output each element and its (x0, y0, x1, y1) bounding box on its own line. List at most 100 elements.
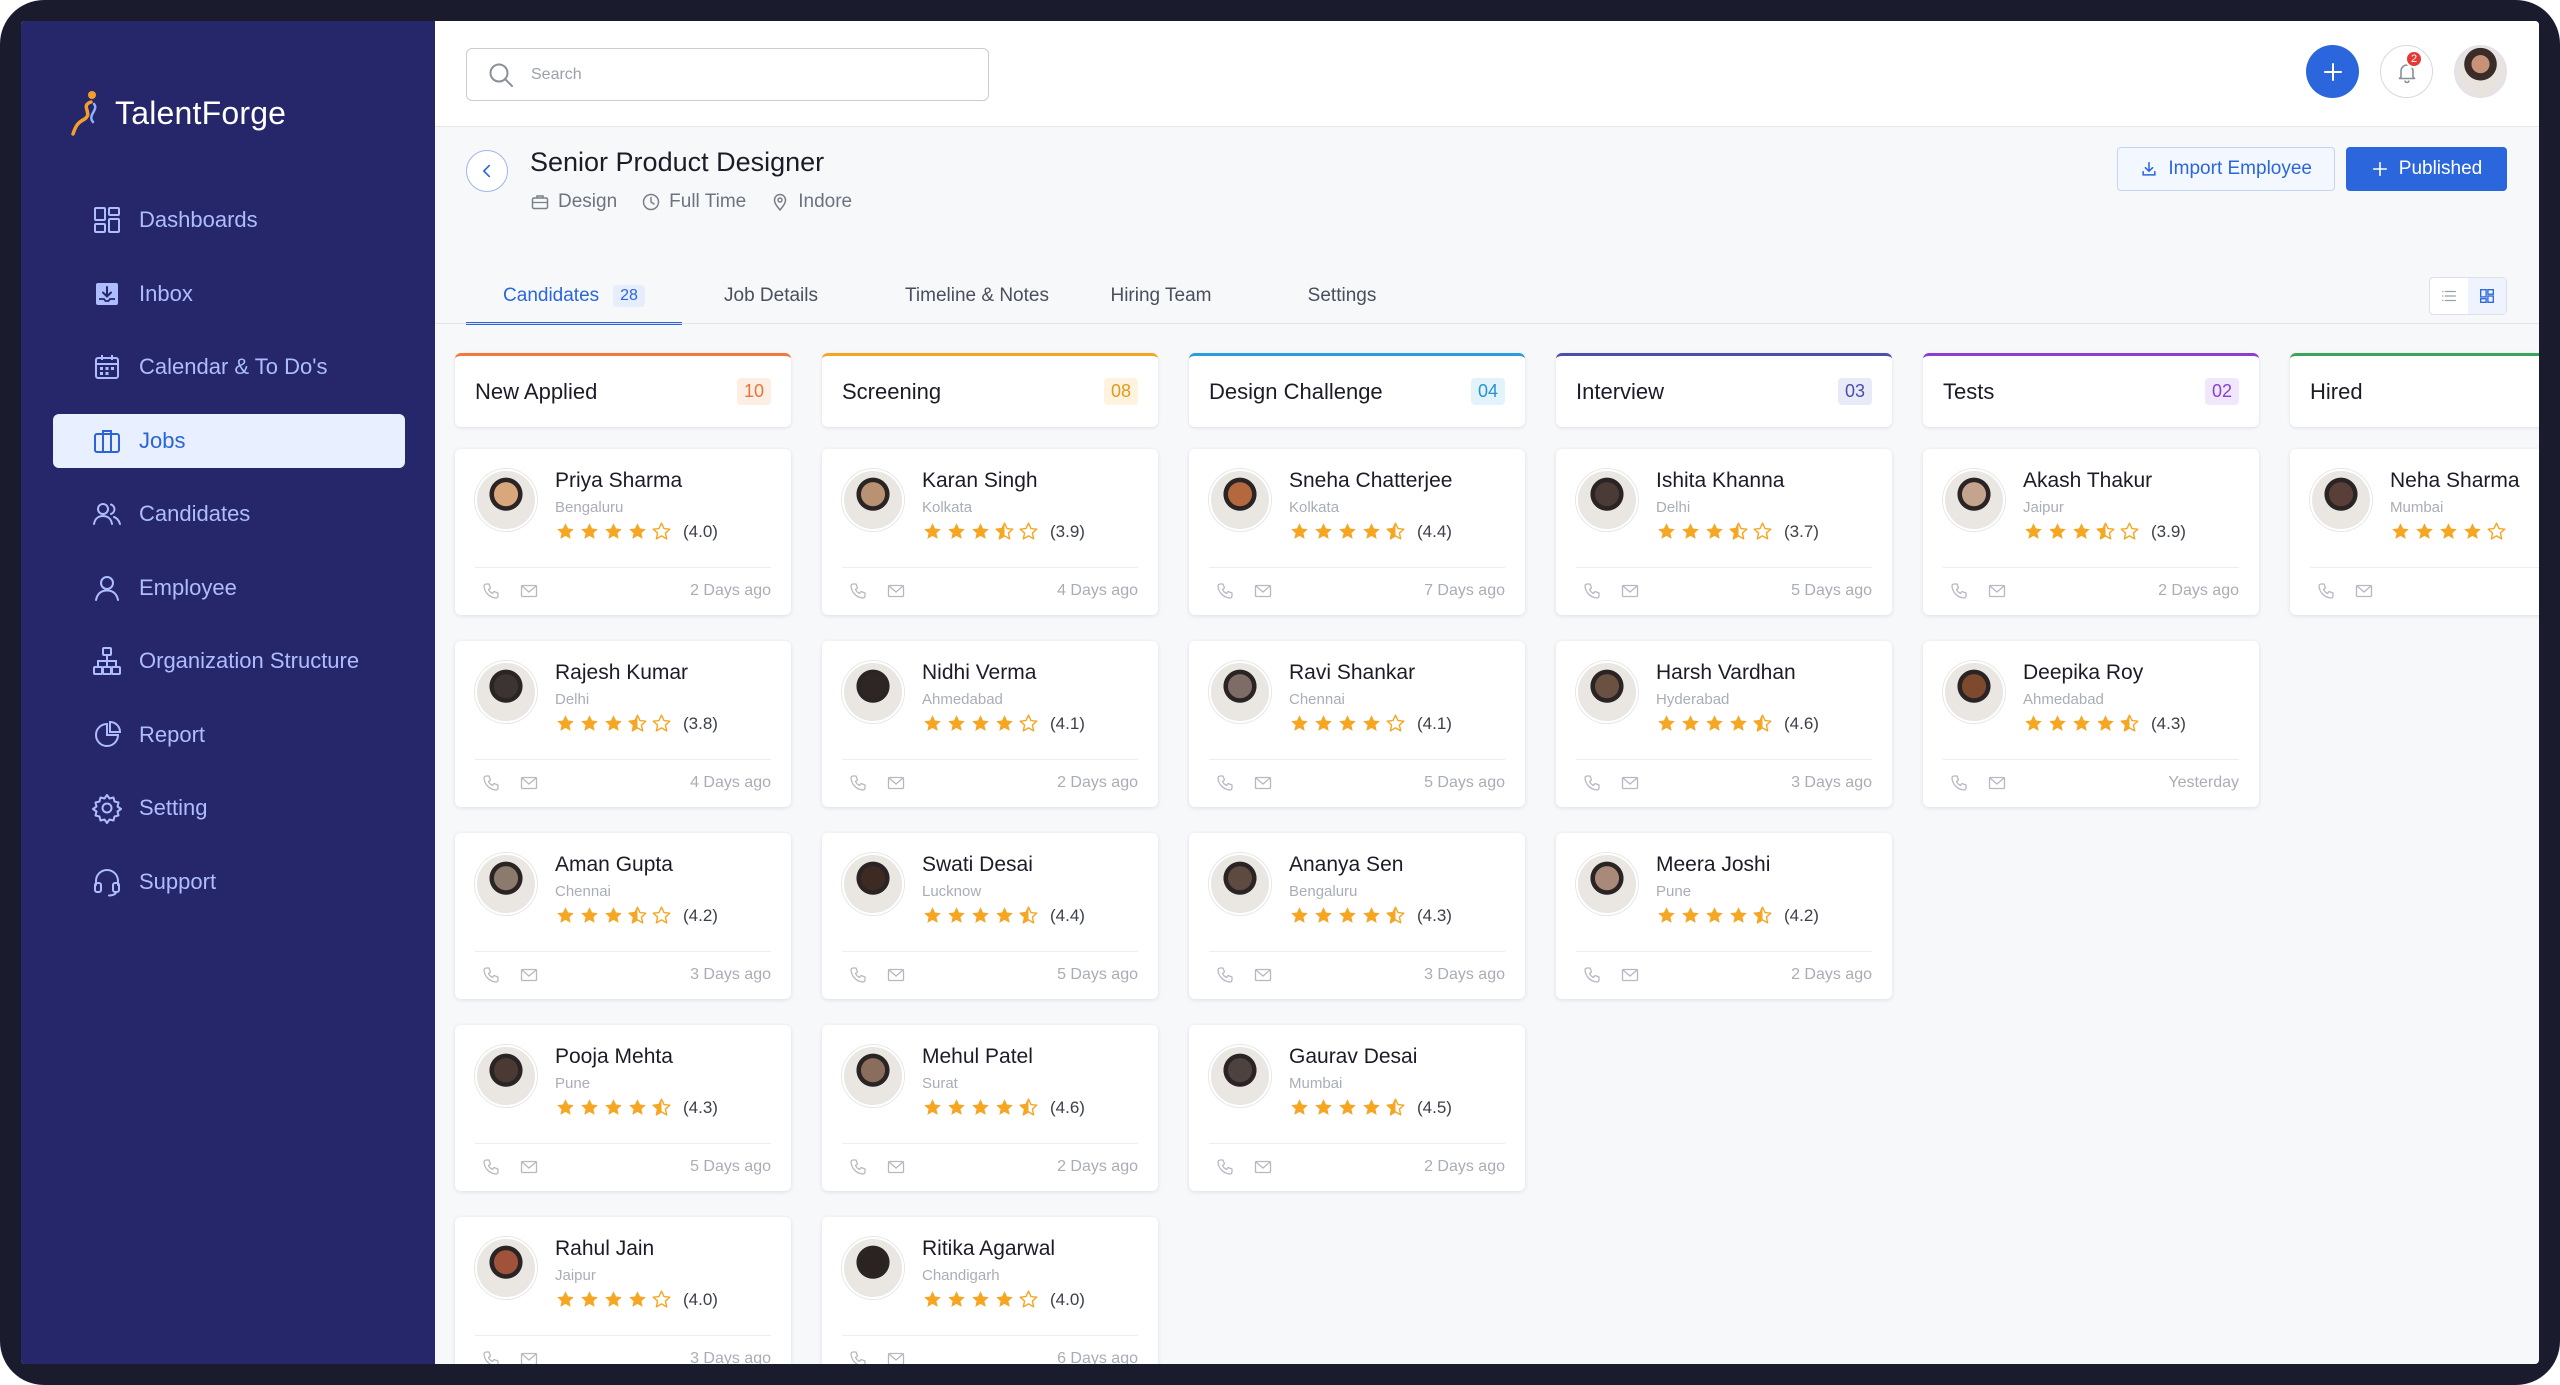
tab-hiring-team[interactable]: Hiring Team (1094, 269, 1228, 323)
sidebar-item-candidates[interactable]: Candidates (53, 487, 405, 541)
tab-job-details[interactable]: Job Details (682, 269, 860, 323)
sidebar-item-organization-structure[interactable]: Organization Structure (53, 634, 405, 688)
app-logo[interactable]: TalentForge (69, 83, 286, 143)
candidate-card[interactable]: Mehul Patel Surat (4.6) 2 Days ago (822, 1025, 1158, 1191)
candidate-card[interactable]: Rajesh Kumar Delhi (3.8) 4 Days ago (455, 641, 791, 807)
mail-icon[interactable] (1620, 965, 1640, 985)
user-avatar[interactable] (2454, 45, 2507, 98)
sidebar-item-jobs[interactable]: Jobs (53, 413, 405, 468)
mail-icon[interactable] (886, 773, 906, 793)
sidebar-item-support[interactable]: Support (53, 855, 405, 909)
sidebar-item-inbox[interactable]: Inbox (53, 267, 405, 321)
search-box[interactable] (466, 48, 989, 101)
sidebar-item-report[interactable]: Report (53, 708, 405, 762)
phone-icon[interactable] (2316, 581, 2336, 601)
phone-icon[interactable] (1215, 965, 1235, 985)
phone-icon[interactable] (1582, 581, 1602, 601)
phone-icon[interactable] (1215, 773, 1235, 793)
candidate-card[interactable]: Nidhi Verma Ahmedabad (4.1) 2 Days ago (822, 641, 1158, 807)
published-button[interactable]: Published (2346, 147, 2507, 191)
candidate-avatar (475, 661, 537, 723)
phone-icon[interactable] (848, 1157, 868, 1177)
candidate-card[interactable]: Karan Singh Kolkata (3.9) 4 Days ago (822, 449, 1158, 615)
mail-icon[interactable] (1253, 1157, 1273, 1177)
candidate-card[interactable]: Ravi Shankar Chennai (4.1) 5 Days ago (1189, 641, 1525, 807)
sidebar-item-setting[interactable]: Setting (53, 781, 405, 835)
mail-icon[interactable] (519, 581, 539, 601)
tab-candidates[interactable]: Candidates 28 (466, 269, 682, 325)
mail-icon[interactable] (886, 1349, 906, 1364)
phone-icon[interactable] (848, 773, 868, 793)
mail-icon[interactable] (1987, 773, 2007, 793)
phone-icon[interactable] (481, 1349, 501, 1364)
tab-settings[interactable]: Settings (1228, 269, 1456, 323)
phone-icon[interactable] (481, 1157, 501, 1177)
phone-icon[interactable] (1215, 581, 1235, 601)
mail-icon[interactable] (886, 581, 906, 601)
phone-icon[interactable] (848, 581, 868, 601)
candidate-card[interactable]: Meera Joshi Pune (4.2) 2 Days ago (1556, 833, 1892, 999)
back-button[interactable] (466, 150, 508, 192)
phone-icon[interactable] (848, 1349, 868, 1364)
candidate-card[interactable]: Gaurav Desai Mumbai (4.5) 2 Days ago (1189, 1025, 1525, 1191)
candidate-card[interactable]: Rahul Jain Jaipur (4.0) 3 Days ago (455, 1217, 791, 1364)
mail-icon[interactable] (519, 773, 539, 793)
notifications-button[interactable]: 2 (2380, 45, 2433, 98)
mail-icon[interactable] (1253, 965, 1273, 985)
candidate-card[interactable]: Harsh Vardhan Hyderabad (4.6) 3 Days ago (1556, 641, 1892, 807)
phone-icon[interactable] (1582, 965, 1602, 985)
column-header[interactable]: Tests 02 (1923, 353, 2259, 427)
mail-icon[interactable] (519, 1349, 539, 1364)
column-header[interactable]: Hired (2290, 353, 2539, 427)
phone-icon[interactable] (481, 965, 501, 985)
search-input[interactable] (531, 65, 951, 84)
phone-icon[interactable] (1582, 773, 1602, 793)
mail-icon[interactable] (1253, 581, 1273, 601)
phone-icon[interactable] (1215, 1157, 1235, 1177)
import-employee-button[interactable]: Import Employee (2117, 147, 2335, 191)
mail-icon[interactable] (1620, 773, 1640, 793)
mail-icon[interactable] (1253, 773, 1273, 793)
phone-icon[interactable] (1949, 773, 1969, 793)
candidate-card[interactable]: Swati Desai Lucknow (4.4) 5 Days ago (822, 833, 1158, 999)
board-view-button[interactable] (2468, 278, 2506, 314)
candidate-card[interactable]: Ishita Khanna Delhi (3.7) 5 Days ago (1556, 449, 1892, 615)
headset-icon (91, 866, 139, 898)
column-header[interactable]: Screening 08 (822, 353, 1158, 427)
card-divider (842, 759, 1138, 760)
mail-icon[interactable] (886, 965, 906, 985)
phone-icon[interactable] (1949, 581, 1969, 601)
sidebar-item-calendar-to-do-s[interactable]: Calendar & To Do's (53, 340, 405, 394)
candidate-card[interactable]: Sneha Chatterjee Kolkata (4.4) 7 Days ago (1189, 449, 1525, 615)
mail-icon[interactable] (1620, 581, 1640, 601)
column-header[interactable]: New Applied 10 (455, 353, 791, 427)
pie-chart-icon (91, 719, 139, 751)
rating-score: (4.3) (683, 1097, 718, 1117)
candidate-card[interactable]: Deepika Roy Ahmedabad (4.3) Yesterday (1923, 641, 2259, 807)
phone-icon[interactable] (481, 773, 501, 793)
phone-icon[interactable] (481, 581, 501, 601)
candidate-card[interactable]: Aman Gupta Chennai (4.2) 3 Days ago (455, 833, 791, 999)
candidate-card[interactable]: Ananya Sen Bengaluru (4.3) 3 Days ago (1189, 833, 1525, 999)
applied-time: 7 Days ago (1424, 582, 1505, 599)
column-header[interactable]: Design Challenge 04 (1189, 353, 1525, 427)
rating-score: (4.1) (1050, 713, 1085, 733)
candidate-card[interactable]: Pooja Mehta Pune (4.3) 5 Days ago (455, 1025, 791, 1191)
star-empty-icon (1018, 1289, 1039, 1310)
mail-icon[interactable] (519, 965, 539, 985)
phone-icon[interactable] (848, 965, 868, 985)
sidebar-item-employee[interactable]: Employee (53, 561, 405, 615)
column-header[interactable]: Interview 03 (1556, 353, 1892, 427)
candidate-card[interactable]: Priya Sharma Bengaluru (4.0) 2 Days ago (455, 449, 791, 615)
tab-timeline-notes[interactable]: Timeline & Notes (860, 269, 1094, 323)
add-button[interactable] (2306, 45, 2359, 98)
list-view-button[interactable] (2430, 278, 2468, 314)
mail-icon[interactable] (1987, 581, 2007, 601)
mail-icon[interactable] (2354, 581, 2374, 601)
candidate-card[interactable]: Akash Thakur Jaipur (3.9) 2 Days ago (1923, 449, 2259, 615)
sidebar-item-dashboards[interactable]: Dashboards (53, 193, 405, 247)
mail-icon[interactable] (519, 1157, 539, 1177)
candidate-card[interactable]: Neha Sharma Mumbai (2290, 449, 2539, 615)
mail-icon[interactable] (886, 1157, 906, 1177)
candidate-card[interactable]: Ritika Agarwal Chandigarh (4.0) 6 Days ago (822, 1217, 1158, 1364)
